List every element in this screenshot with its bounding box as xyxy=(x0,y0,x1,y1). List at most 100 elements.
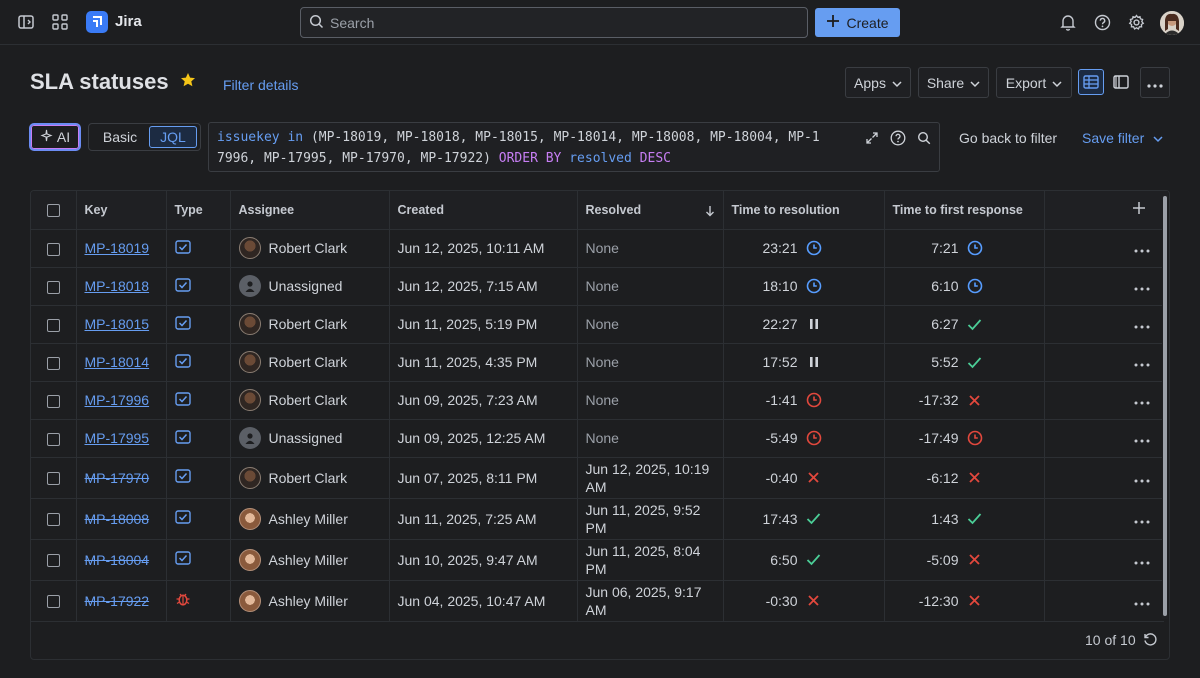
issue-key-link[interactable]: MP-18004 xyxy=(85,552,150,568)
apps-dropdown-button[interactable]: Apps xyxy=(845,67,911,98)
settings-gear-icon[interactable] xyxy=(1126,12,1146,32)
assignee-cell[interactable]: Robert Clark xyxy=(230,229,390,268)
table-scrollbar-thumb[interactable] xyxy=(1163,196,1167,616)
assignee-name: Ashley Miller xyxy=(268,510,348,527)
export-dropdown-button[interactable]: Export xyxy=(996,67,1072,98)
basic-mode-button[interactable]: Basic xyxy=(91,126,149,148)
row-checkbox[interactable] xyxy=(46,554,60,568)
issue-key-link[interactable]: MP-17995 xyxy=(85,430,150,446)
user-avatar[interactable] xyxy=(1160,11,1184,35)
assignee-cell[interactable]: Robert Clark xyxy=(230,305,390,344)
issue-key-link[interactable]: MP-18015 xyxy=(85,316,150,332)
sla-running-clock-icon xyxy=(967,240,983,256)
detail-view-icon[interactable] xyxy=(1108,69,1134,95)
more-actions-button[interactable] xyxy=(1140,67,1170,98)
row-checkbox[interactable] xyxy=(46,432,60,446)
row-checkbox[interactable] xyxy=(46,595,60,609)
row-checkbox[interactable] xyxy=(46,242,60,256)
sidebar-toggle-icon[interactable] xyxy=(16,12,36,32)
column-header-assignee[interactable]: Assignee xyxy=(230,191,390,230)
assignee-cell[interactable]: Unassigned xyxy=(230,419,390,458)
table-row[interactable]: MP-18008 Ashley Miller Jun 11, 2025, 7:25 … xyxy=(31,498,1164,540)
more-horizontal-icon[interactable] xyxy=(1134,354,1150,370)
time-to-first-response-cell: -12:30 xyxy=(884,580,1045,622)
run-search-icon[interactable] xyxy=(915,129,933,147)
more-horizontal-icon[interactable] xyxy=(1134,552,1150,568)
assignee-cell[interactable]: Ashley Miller xyxy=(230,539,390,581)
issue-key-link[interactable]: MP-18019 xyxy=(85,240,150,256)
row-checkbox[interactable] xyxy=(46,394,60,408)
table-row[interactable]: MP-18014 Robert Clark Jun 11, 2025, 4:35 P… xyxy=(31,343,1164,382)
table-row[interactable]: MP-17996 Robert Clark Jun 09, 2025, 7:23 A… xyxy=(31,381,1164,420)
jql-query-text[interactable]: issuekey in (MP-18019, MP-18018, MP-1801… xyxy=(217,127,827,169)
more-horizontal-icon[interactable] xyxy=(1134,593,1150,609)
more-horizontal-icon[interactable] xyxy=(1134,316,1150,332)
assignee-cell[interactable]: Robert Clark xyxy=(230,343,390,382)
notifications-bell-icon[interactable] xyxy=(1058,12,1078,32)
app-switcher-icon[interactable] xyxy=(50,12,70,32)
issue-key-link[interactable]: MP-18008 xyxy=(85,511,150,527)
table-row[interactable]: MP-18018 Unassigned Jun 12, 2025, 7:15 AM N… xyxy=(31,267,1164,306)
filter-details-link[interactable]: Filter details xyxy=(223,77,298,93)
go-back-to-filter-button[interactable]: Go back to filter xyxy=(959,130,1057,146)
assignee-cell[interactable]: Ashley Miller xyxy=(230,498,390,540)
column-header-key[interactable]: Key xyxy=(76,191,167,230)
more-horizontal-icon[interactable] xyxy=(1134,470,1150,486)
jira-logo-icon[interactable] xyxy=(86,11,108,33)
syntax-help-icon[interactable] xyxy=(889,129,907,147)
more-horizontal-icon[interactable] xyxy=(1134,430,1150,446)
created-cell: Jun 09, 2025, 12:25 AM xyxy=(389,419,578,458)
issue-key-link[interactable]: MP-18014 xyxy=(85,354,150,370)
save-filter-button[interactable]: Save filter xyxy=(1082,130,1163,146)
row-checkbox[interactable] xyxy=(46,356,60,370)
search-bar[interactable] xyxy=(300,7,808,38)
expand-icon[interactable] xyxy=(863,129,881,147)
favorite-star-icon[interactable] xyxy=(180,72,196,93)
assignee-cell[interactable]: Robert Clark xyxy=(230,381,390,420)
more-horizontal-icon[interactable] xyxy=(1134,278,1150,294)
assignee-cell[interactable]: Unassigned xyxy=(230,267,390,306)
create-button[interactable]: Create xyxy=(815,8,900,37)
column-header-type[interactable]: Type xyxy=(166,191,231,230)
issue-key-link[interactable]: MP-18018 xyxy=(85,278,150,294)
table-row[interactable]: MP-17995 Unassigned Jun 09, 2025, 12:25 AM… xyxy=(31,419,1164,458)
app-name[interactable]: Jira xyxy=(115,13,142,30)
row-checkbox[interactable] xyxy=(46,513,60,527)
row-checkbox[interactable] xyxy=(46,472,60,486)
type-cell xyxy=(166,267,231,306)
add-column-plus-icon[interactable] xyxy=(1132,202,1146,218)
jql-query-editor[interactable]: issuekey in (MP-18019, MP-18018, MP-1801… xyxy=(208,122,940,172)
row-actions-cell xyxy=(1044,381,1164,420)
help-icon[interactable] xyxy=(1092,12,1112,32)
jql-field: issuekey xyxy=(217,130,280,145)
row-checkbox[interactable] xyxy=(46,318,60,332)
table-row[interactable]: MP-18019 Robert Clark Jun 12, 2025, 10:11 … xyxy=(31,229,1164,268)
table-row[interactable]: MP-17970 Robert Clark Jun 07, 2025, 8:11 P… xyxy=(31,457,1164,499)
table-row[interactable]: MP-18004 Ashley Miller Jun 10, 2025, 9:47 … xyxy=(31,539,1164,581)
more-horizontal-icon[interactable] xyxy=(1134,511,1150,527)
column-header-resolved[interactable]: Resolved xyxy=(577,191,724,230)
assignee-cell[interactable]: Robert Clark xyxy=(230,457,390,499)
type-cell xyxy=(166,580,231,622)
column-header-created[interactable]: Created xyxy=(389,191,578,230)
column-header-time-to-resolution[interactable]: Time to resolution xyxy=(723,191,885,230)
refresh-icon[interactable] xyxy=(1142,631,1160,649)
list-view-icon[interactable] xyxy=(1078,69,1104,95)
issue-key-link[interactable]: MP-17996 xyxy=(85,392,150,408)
table-row[interactable]: MP-17922 Ashley Miller Jun 04, 2025, 10:47… xyxy=(31,580,1164,622)
jql-mode-button[interactable]: JQL xyxy=(149,126,197,148)
more-horizontal-icon[interactable] xyxy=(1134,240,1150,256)
table-row[interactable]: MP-18015 Robert Clark Jun 11, 2025, 5:19 P… xyxy=(31,305,1164,344)
share-dropdown-button[interactable]: Share xyxy=(918,67,989,98)
column-header-time-to-first-response[interactable]: Time to first response xyxy=(884,191,1045,230)
select-all-checkbox[interactable] xyxy=(46,203,60,217)
time-to-first-response-value: 6:27 xyxy=(931,316,959,332)
ai-search-button[interactable]: AI xyxy=(29,123,81,151)
search-input[interactable] xyxy=(330,14,790,31)
created-cell: Jun 11, 2025, 5:19 PM xyxy=(389,305,578,344)
assignee-cell[interactable]: Ashley Miller xyxy=(230,580,390,622)
more-horizontal-icon[interactable] xyxy=(1134,392,1150,408)
issue-key-link[interactable]: MP-17922 xyxy=(85,593,150,609)
row-checkbox[interactable] xyxy=(46,280,60,294)
issue-key-link[interactable]: MP-17970 xyxy=(85,470,150,486)
